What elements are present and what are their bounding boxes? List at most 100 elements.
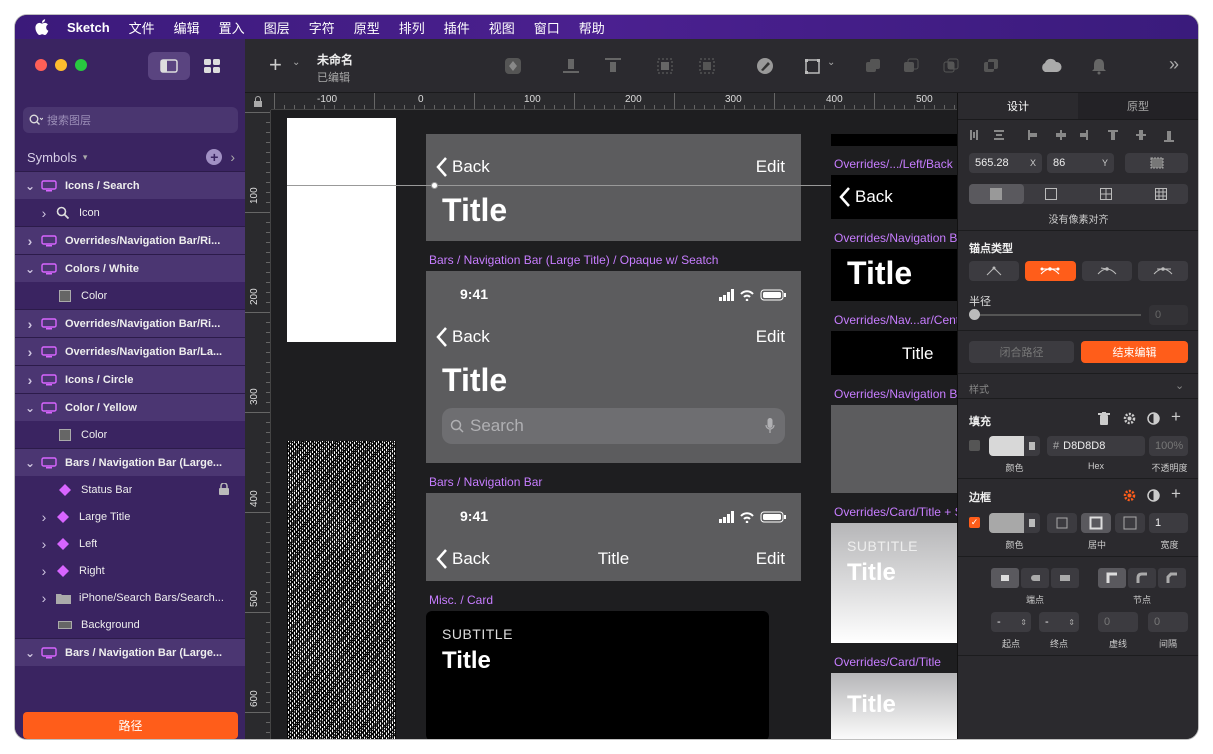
layer-row[interactable]: › Right [15, 557, 245, 584]
layer-search[interactable]: 搜索图层 [23, 107, 238, 133]
layer-group-row[interactable]: ⌄ Bars / Navigation Bar (Large... [15, 448, 245, 476]
path-button[interactable]: 路径 [23, 712, 238, 739]
menu-arrange[interactable]: 排列 [399, 18, 425, 37]
menu-window[interactable]: 窗口 [534, 18, 560, 37]
menu-insert[interactable]: 置入 [219, 18, 245, 37]
intersect-icon[interactable] [941, 56, 961, 76]
minimize-window-button[interactable] [55, 59, 67, 71]
override-artboard-top[interactable] [831, 134, 957, 146]
menu-file[interactable]: 文件 [129, 18, 155, 37]
symbol-icon[interactable] [503, 56, 523, 76]
distribute-icon[interactable] [603, 56, 623, 76]
layer-group-row[interactable]: › Overrides/Navigation Bar/Ri... [15, 309, 245, 337]
gear-icon[interactable] [1123, 412, 1136, 425]
artboard-label[interactable]: Bars / Navigation Bar [429, 475, 542, 489]
chevron-right-icon[interactable]: › [39, 563, 49, 579]
add-page-button[interactable]: + [206, 149, 223, 165]
fill-hex-field[interactable]: # D8D8D8 [1047, 436, 1145, 456]
override-back-artboard[interactable]: Back [831, 175, 957, 219]
add-fill-icon[interactable]: + [1171, 407, 1181, 427]
search-bar[interactable]: Search [442, 408, 785, 444]
cloud-icon[interactable] [1039, 56, 1063, 76]
lock-icon[interactable] [219, 482, 229, 495]
canvas[interactable]: Back Edit Title Bars / Navigation Bar (L… [271, 110, 957, 739]
chevron-right-icon[interactable]: › [39, 590, 49, 606]
cap-round-button[interactable] [1021, 568, 1049, 588]
edit-button[interactable]: Edit [756, 549, 785, 569]
artboard-label[interactable]: Overrides/Navigation Bar [834, 387, 957, 401]
radius-field[interactable]: 0 [1149, 305, 1188, 325]
layer-row[interactable]: Color [15, 282, 245, 309]
menu-edit[interactable]: 编辑 [174, 18, 200, 37]
chevron-down-icon[interactable]: ⌄ [25, 262, 35, 276]
vertical-ruler[interactable]: 100 200 300 400 500 600 [245, 110, 271, 739]
end-arrow-select[interactable]: - ⇕ [1039, 612, 1079, 632]
trash-icon[interactable] [1098, 412, 1110, 425]
chevron-down-icon[interactable]: ⌄ [25, 646, 35, 660]
close-path-button[interactable]: 闭合路径 [969, 341, 1074, 363]
start-arrow-select[interactable]: - ⇕ [991, 612, 1031, 632]
union-icon[interactable] [863, 56, 883, 76]
override-card-title-artboard[interactable]: Title [831, 673, 957, 739]
anchor-straight-button[interactable] [969, 261, 1020, 281]
border-inside-button[interactable] [1047, 513, 1077, 533]
layer-group-row[interactable]: ⌄ Color / Yellow [15, 393, 245, 421]
chevron-double-right-icon[interactable]: » [1169, 54, 1179, 75]
blend-icon[interactable] [1147, 412, 1160, 425]
chevron-down-icon[interactable]: ⌄ [25, 401, 35, 415]
subtract-icon[interactable] [901, 56, 921, 76]
noise-texture-artboard[interactable] [287, 441, 396, 739]
join-round-button[interactable] [1128, 568, 1156, 588]
override-large-title-artboard[interactable]: Title [831, 249, 957, 301]
nav-bar-artboard[interactable]: 9:41 Back Title Edit [426, 493, 801, 581]
insert-plus-icon[interactable]: + [269, 54, 282, 76]
artboard-label[interactable]: Bars / Navigation Bar (Large Title) / Op… [429, 253, 718, 267]
nav-bar-opaque-search-artboard[interactable]: 9:41 Back Edit Title Search [426, 271, 801, 463]
menu-help[interactable]: 帮助 [579, 18, 605, 37]
line-cap-segment[interactable] [991, 568, 1079, 588]
dash-field[interactable]: 0 [1098, 612, 1138, 632]
anchor-disconnected-button[interactable] [1081, 261, 1132, 281]
back-button[interactable]: Back [436, 156, 490, 178]
close-window-button[interactable] [35, 59, 47, 71]
chevron-down-icon[interactable]: ⌄ [25, 179, 35, 193]
chevron-right-icon[interactable]: › [39, 509, 49, 525]
chevron-right-icon[interactable]: › [230, 149, 235, 165]
override-card-subtitle-artboard[interactable]: SUBTITLE Title [831, 523, 957, 643]
menu-prototype[interactable]: 原型 [354, 18, 380, 37]
edit-button[interactable]: Edit [756, 157, 785, 177]
border-checkbox[interactable]: ✓ [969, 517, 980, 528]
apple-icon[interactable] [35, 19, 49, 35]
page-selector[interactable]: Symbols ▾ + › [27, 147, 235, 167]
layer-row[interactable]: › Icon [15, 199, 245, 226]
group-icon[interactable] [655, 56, 675, 76]
layer-group-row[interactable]: ⌄ Colors / White [15, 254, 245, 282]
transform-icon[interactable] [803, 56, 823, 76]
tab-prototype[interactable]: 原型 [1078, 93, 1198, 119]
layer-group-row[interactable]: › Overrides/Navigation Bar/Ri... [15, 226, 245, 254]
layer-group-row[interactable]: › Overrides/Navigation Bar/La... [15, 337, 245, 365]
anchor-mirrored-button[interactable] [1025, 261, 1076, 281]
layer-row[interactable]: › Large Title [15, 503, 245, 530]
pixel-option-grid[interactable] [1133, 184, 1188, 204]
edit-icon[interactable] [755, 56, 775, 76]
gap-field[interactable]: 0 [1148, 612, 1188, 632]
alignment-icons[interactable] [968, 128, 1190, 142]
chevron-right-icon[interactable]: › [39, 536, 49, 552]
artboard-label[interactable]: Overrides/.../Left/Back [834, 157, 953, 171]
artboard-label[interactable]: Overrides/Card/Title + Su [834, 505, 957, 519]
border-color-well[interactable] [989, 513, 1040, 533]
layer-group-row[interactable]: ⌄ Bars / Navigation Bar (Large... [15, 638, 245, 666]
artboard-label[interactable]: Overrides/Card/Title [834, 655, 941, 669]
override-nav-bar-artboard[interactable] [831, 405, 957, 493]
horizontal-ruler[interactable]: -100 0 100 200 300 400 500 [271, 93, 957, 110]
cap-square-button[interactable] [1051, 568, 1079, 588]
chevron-down-icon[interactable]: ⌄ [827, 57, 835, 68]
menu-text[interactable]: 字符 [309, 18, 335, 37]
rectangle-select-button[interactable] [1125, 153, 1188, 173]
white-color-artboard[interactable] [287, 118, 396, 342]
edit-button[interactable]: Edit [756, 327, 785, 347]
border-outside-button[interactable] [1115, 513, 1145, 533]
chevron-down-icon[interactable]: ⌄ [25, 456, 35, 470]
layer-row[interactable]: › Left [15, 530, 245, 557]
